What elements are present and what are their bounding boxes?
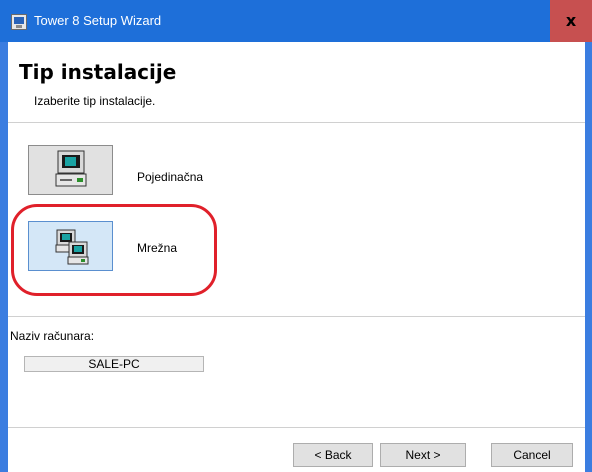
app-icon bbox=[11, 14, 27, 30]
setup-wizard-window: Tower 8 Setup Wizard x Tip instalacije I… bbox=[0, 0, 592, 472]
selection-highlight-annotation bbox=[11, 204, 217, 296]
header-divider bbox=[8, 122, 585, 123]
single-install-label: Pojedinačna bbox=[137, 170, 204, 184]
computer-name-label: Naziv računara: bbox=[10, 329, 95, 343]
next-button[interactable]: Next > bbox=[380, 443, 466, 467]
single-computer-icon bbox=[55, 150, 87, 187]
single-install-button[interactable] bbox=[28, 145, 113, 195]
back-button[interactable]: < Back bbox=[293, 443, 373, 467]
options-divider bbox=[8, 316, 585, 317]
wizard-content: Tip instalacije Izaberite tip instalacij… bbox=[8, 42, 585, 472]
page-subtitle: Izaberite tip instalacije. bbox=[34, 94, 156, 108]
computer-name-field: SALE-PC bbox=[24, 356, 204, 372]
page-title: Tip instalacije bbox=[19, 60, 177, 84]
close-button[interactable]: x bbox=[550, 0, 592, 42]
footer-divider bbox=[8, 427, 585, 428]
window-title: Tower 8 Setup Wizard bbox=[34, 13, 162, 28]
title-bar[interactable]: Tower 8 Setup Wizard x bbox=[0, 0, 592, 42]
cancel-button[interactable]: Cancel bbox=[491, 443, 573, 467]
